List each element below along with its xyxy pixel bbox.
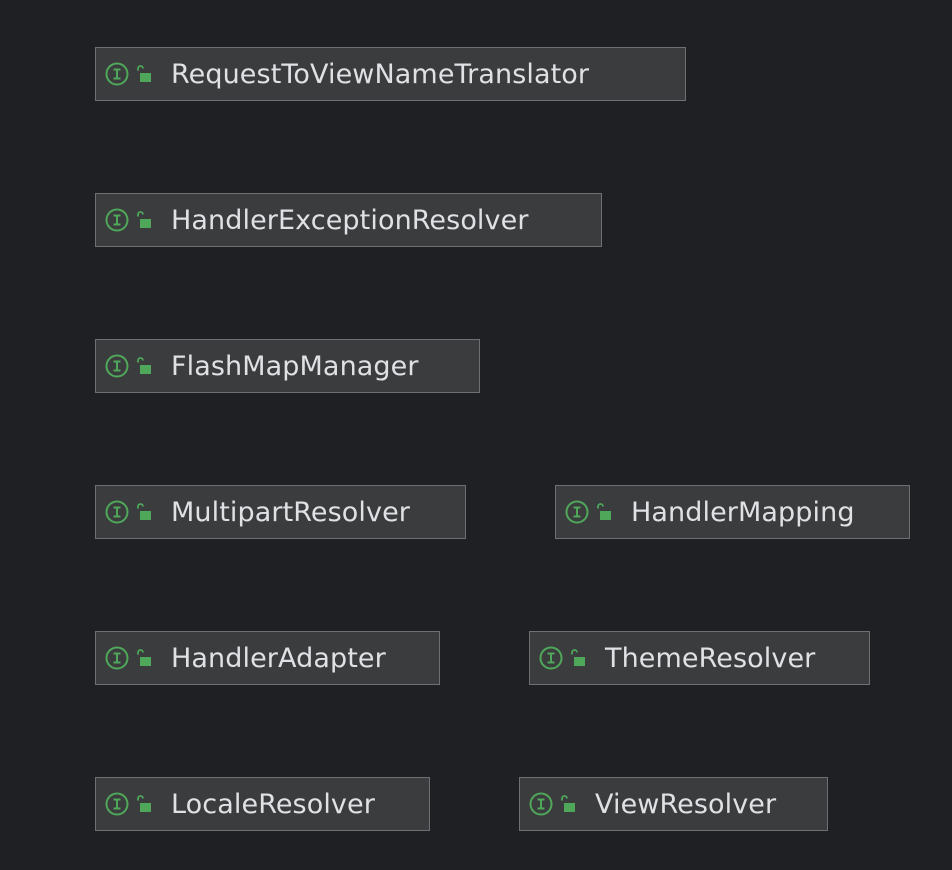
- interface-icon: [105, 62, 129, 86]
- node-label: HandlerAdapter: [171, 642, 386, 674]
- public-lock-icon: [135, 649, 153, 667]
- interface-icon: [565, 500, 589, 524]
- interface-icon: [105, 792, 129, 816]
- public-lock-icon: [135, 65, 153, 83]
- node-label: HandlerMapping: [631, 496, 855, 528]
- node-label: HandlerExceptionResolver: [171, 204, 529, 236]
- node-handler-adapter[interactable]: HandlerAdapter: [95, 631, 440, 685]
- node-label: LocaleResolver: [171, 788, 375, 820]
- node-request-to-view-name-translator[interactable]: RequestToViewNameTranslator: [95, 47, 686, 101]
- node-label: ViewResolver: [595, 788, 777, 820]
- public-lock-icon: [135, 211, 153, 229]
- node-handler-exception-resolver[interactable]: HandlerExceptionResolver: [95, 193, 602, 247]
- public-lock-icon: [559, 795, 577, 813]
- node-view-resolver[interactable]: ViewResolver: [519, 777, 828, 831]
- node-label: FlashMapManager: [171, 350, 419, 382]
- node-flash-map-manager[interactable]: FlashMapManager: [95, 339, 480, 393]
- interface-icon: [105, 354, 129, 378]
- public-lock-icon: [135, 503, 153, 521]
- public-lock-icon: [595, 503, 613, 521]
- node-label: MultipartResolver: [171, 496, 411, 528]
- node-theme-resolver[interactable]: ThemeResolver: [529, 631, 870, 685]
- public-lock-icon: [569, 649, 587, 667]
- interface-icon: [539, 646, 563, 670]
- node-label: ThemeResolver: [605, 642, 816, 674]
- node-label: RequestToViewNameTranslator: [171, 58, 590, 90]
- interface-icon: [529, 792, 553, 816]
- node-locale-resolver[interactable]: LocaleResolver: [95, 777, 430, 831]
- interface-icon: [105, 646, 129, 670]
- node-multipart-resolver[interactable]: MultipartResolver: [95, 485, 466, 539]
- public-lock-icon: [135, 357, 153, 375]
- interface-icon: [105, 500, 129, 524]
- interface-icon: [105, 208, 129, 232]
- node-handler-mapping[interactable]: HandlerMapping: [555, 485, 910, 539]
- public-lock-icon: [135, 795, 153, 813]
